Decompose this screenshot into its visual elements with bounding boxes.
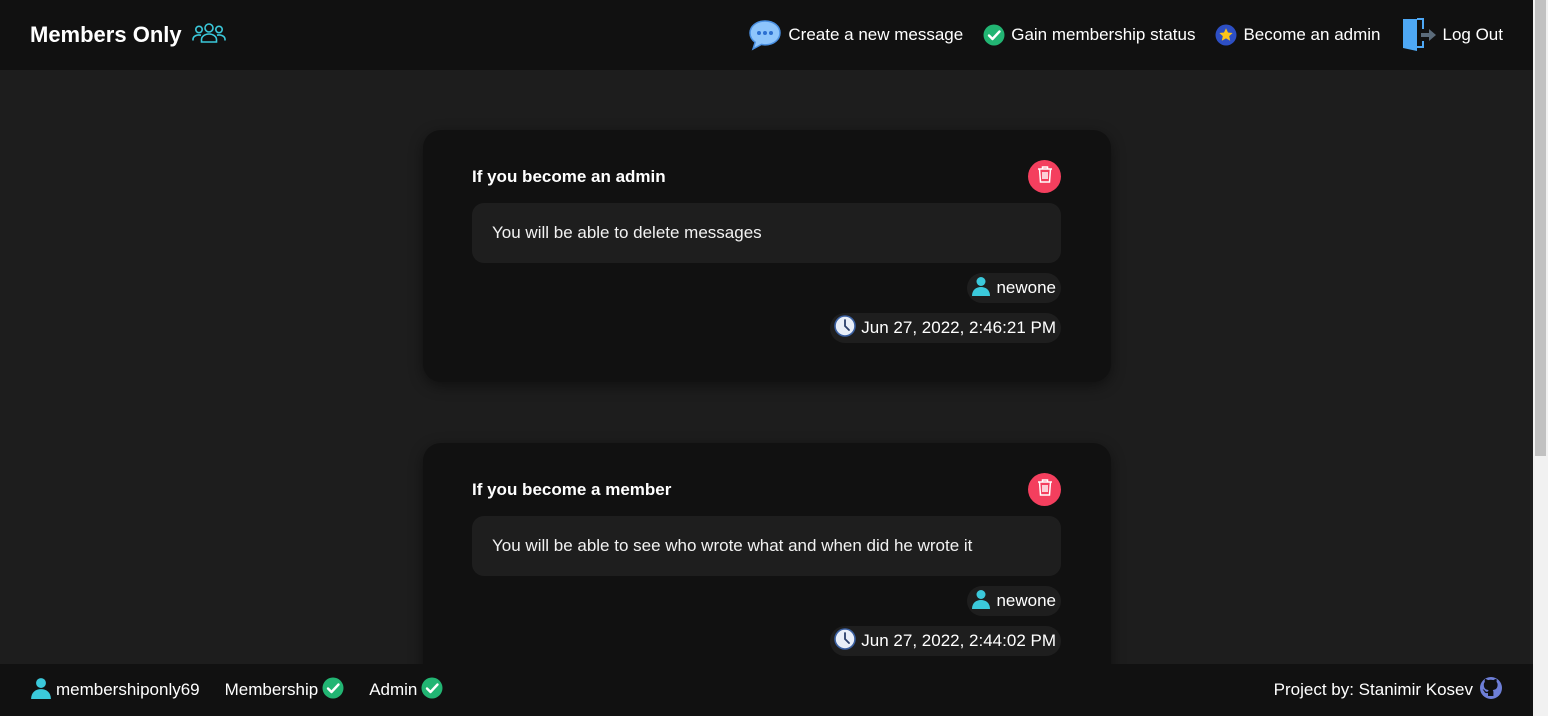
become-admin-link[interactable]: Become an admin: [1215, 24, 1381, 46]
check-circle-icon: [983, 24, 1005, 46]
user-icon: [971, 589, 991, 614]
delete-message-button[interactable]: [1028, 160, 1061, 193]
trash-icon: [1037, 478, 1053, 501]
admin-status: Admin: [369, 677, 443, 704]
membership-label: Membership: [224, 680, 319, 699]
main-nav: Create a new message Gain membership sta…: [728, 17, 1503, 53]
message-card: If you become an admin You will be able …: [423, 130, 1111, 382]
admin-label: Admin: [369, 680, 418, 699]
clock-icon: [834, 627, 857, 655]
user-icon: [971, 276, 991, 301]
star-badge-icon: [1215, 24, 1237, 46]
check-circle-icon: [421, 677, 443, 704]
brand-title[interactable]: Members Only: [30, 22, 182, 48]
user-icon: [30, 677, 52, 704]
door-exit-icon: [1401, 17, 1437, 53]
message-title: If you become an admin: [472, 167, 666, 186]
github-icon[interactable]: [1479, 676, 1503, 705]
delete-message-button[interactable]: [1028, 473, 1061, 506]
author-name: newone: [996, 591, 1056, 610]
user-status: membershiponly69 Membership Admin: [30, 677, 468, 704]
message-timestamp: Jun 27, 2022, 2:46:21 PM: [861, 318, 1056, 337]
timestamp-badge: Jun 27, 2022, 2:46:21 PM: [830, 313, 1061, 343]
message-body: You will be able to see who wrote what a…: [472, 516, 1061, 576]
create-message-label: Create a new message: [788, 25, 964, 44]
timestamp-badge: Jun 27, 2022, 2:44:02 PM: [830, 626, 1061, 656]
message-title: If you become a member: [472, 480, 672, 499]
credit-text: Project by: Stanimir Kosev: [1273, 680, 1473, 699]
author-badge: newone: [967, 586, 1061, 616]
speech-bubble-icon: [748, 19, 782, 51]
create-message-link[interactable]: Create a new message: [748, 19, 963, 51]
scrollbar-thumb[interactable]: [1535, 0, 1546, 456]
username: membershiponly69: [56, 680, 200, 699]
author-badge: newone: [967, 273, 1061, 303]
current-user: membershiponly69: [30, 677, 200, 704]
author-name: newone: [996, 278, 1056, 297]
log-out-link[interactable]: Log Out: [1401, 17, 1504, 53]
gain-membership-label: Gain membership status: [1011, 25, 1196, 44]
become-admin-label: Become an admin: [1243, 25, 1381, 44]
status-footer: membershiponly69 Membership Admin Projec…: [0, 664, 1533, 716]
brand[interactable]: Members Only: [30, 21, 226, 50]
top-navbar: Members Only Create a new message Gain m…: [0, 0, 1533, 70]
users-group-icon: [191, 21, 226, 50]
message-timestamp: Jun 27, 2022, 2:44:02 PM: [861, 631, 1056, 650]
message-card: If you become a member You will be able …: [423, 443, 1111, 664]
trash-icon: [1037, 165, 1053, 188]
messages-feed: If you become an admin You will be able …: [0, 70, 1533, 664]
message-body: You will be able to delete messages: [472, 203, 1061, 263]
clock-icon: [834, 314, 857, 342]
membership-status: Membership: [225, 677, 345, 704]
vertical-scrollbar[interactable]: [1533, 0, 1548, 716]
gain-membership-link[interactable]: Gain membership status: [983, 24, 1195, 46]
project-credit[interactable]: Project by: Stanimir Kosev: [1274, 676, 1503, 705]
check-circle-icon: [322, 677, 344, 704]
log-out-label: Log Out: [1442, 25, 1504, 44]
